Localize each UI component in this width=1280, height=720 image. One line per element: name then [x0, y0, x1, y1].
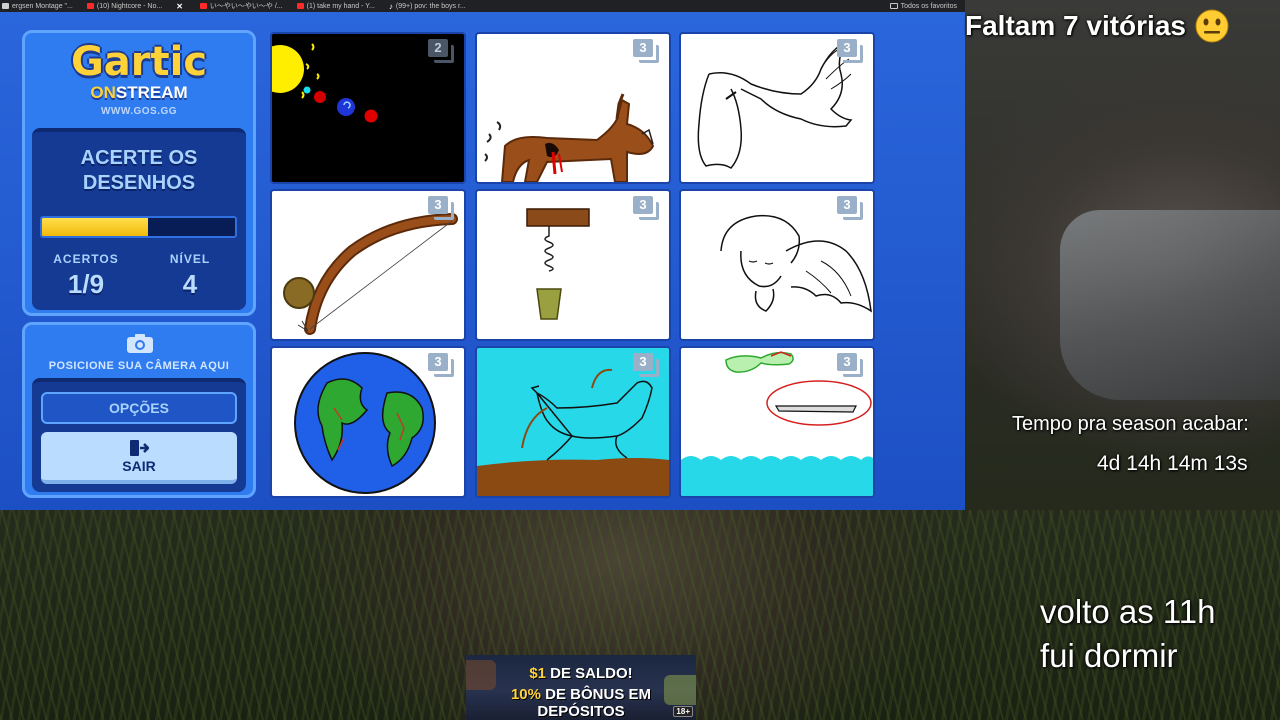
mode-info-box: ACERTE OS DESENHOS ACERTOS 1/9 NÍVEL 4 [32, 128, 246, 310]
drawing-tile[interactable]: 3 [679, 32, 875, 184]
logo-subtitle: ONSTREAM [90, 83, 188, 102]
options-button[interactable]: OPÇÕES [41, 392, 237, 424]
badge-number: 3 [633, 353, 653, 371]
gartic-logo: Gartic ONSTREAM WWW.GOS.GG [25, 39, 253, 117]
bookmark-favicon [2, 3, 9, 9]
hits-value: 1/9 [67, 269, 105, 299]
hint-badge: 3 [837, 39, 863, 63]
ad-decoration [664, 675, 696, 705]
bookmark-item[interactable]: い〜やい〜やい〜や /... [199, 1, 283, 11]
exit-label: SAIR [122, 458, 156, 474]
youtube-icon [86, 3, 94, 9]
drawing-tile[interactable]: 3 [679, 189, 875, 341]
level-value: 4 [182, 269, 198, 299]
drawing-tile[interactable]: 3 [270, 346, 466, 498]
all-bookmarks[interactable]: Todos os favoritos [889, 3, 965, 10]
actions-box: OPÇÕES SAIR [32, 378, 246, 492]
browser-bookmarks-bar: ergsen Montage "... (10) Nightcore - No.… [0, 0, 965, 12]
side-panel: Gartic ONSTREAM WWW.GOS.GG ACERTE OS DES… [22, 30, 256, 498]
youtube-icon [199, 3, 207, 9]
youtube-icon [296, 3, 304, 9]
ad-line-1: $1 DE SALDO! [529, 665, 633, 682]
bookmark-item[interactable]: (10) Nightcore - No... [86, 3, 162, 10]
drawing-tile[interactable]: 3 [475, 346, 671, 498]
camera-icon [127, 334, 153, 353]
exit-button[interactable]: SAIR [41, 432, 237, 484]
folder-icon [889, 3, 898, 9]
away-line-1: volto as 11h [1040, 593, 1216, 630]
hint-badge: 3 [633, 353, 659, 377]
ad-line-2: 10% DE BÔNUS EM DEPÓSITOS [510, 686, 652, 720]
bookmark-item[interactable]: ✕ [176, 2, 186, 11]
ad-banner[interactable]: $1 DE SALDO! 10% DE BÔNUS EM DEPÓSITOS 1… [466, 655, 696, 720]
hits-label: ACERTOS [53, 252, 119, 266]
drawing-tile[interactable]: 3 [679, 346, 875, 498]
ad-age-rating: 18+ [673, 706, 693, 717]
x-icon: ✕ [176, 1, 183, 11]
away-message: volto as 11h fui dormir [1040, 590, 1216, 678]
hint-badge: 3 [633, 196, 659, 220]
badge-number: 3 [837, 196, 857, 214]
mode-title: ACERTE OS DESENHOS [80, 147, 198, 194]
background-armor [1060, 210, 1280, 400]
tiktok-icon: ♪ [388, 1, 393, 11]
progress-fill [42, 218, 149, 236]
bookmark-item[interactable]: ergsen Montage "... [2, 3, 73, 10]
wins-text: Faltam 7 vitórias [965, 10, 1186, 41]
away-line-2: fui dormir [1040, 637, 1178, 674]
exit-door-icon [130, 440, 149, 456]
badge-number: 2 [428, 39, 448, 57]
badge-number: 3 [428, 353, 448, 371]
logo-title: Gartic [70, 39, 208, 85]
hint-badge: 3 [837, 353, 863, 377]
neutral-face-icon [1195, 9, 1229, 43]
hint-badge: 3 [633, 39, 659, 63]
logo-url: WWW.GOS.GG [100, 106, 178, 117]
hint-badge: 2 [428, 39, 454, 63]
wins-remaining: Faltam 7 vitórias [965, 6, 1230, 46]
badge-number: 3 [633, 39, 653, 57]
drawing-tile[interactable]: 2 [270, 32, 466, 184]
drawing-tile[interactable]: 3 [475, 32, 671, 184]
camera-placeholder-text: POSICIONE SUA CÂMERA AQUI [48, 360, 230, 372]
season-countdown-label: Tempo pra season acabar: [1012, 413, 1249, 435]
bookmark-item[interactable]: (1) take my hand - Y... [296, 3, 375, 10]
hint-badge: 3 [428, 353, 454, 377]
hint-badge: 3 [837, 196, 863, 220]
badge-number: 3 [837, 39, 857, 57]
level-label: NÍVEL [169, 252, 211, 266]
progress-bar [40, 216, 237, 238]
season-countdown-time: 4d 14h 14m 13s [1097, 452, 1248, 475]
drawings-grid: 2 3 3 3 3 3 3 3 3 [270, 32, 877, 500]
logo-card: Gartic ONSTREAM WWW.GOS.GG ACERTE OS DES… [22, 30, 256, 316]
hint-badge: 3 [428, 196, 454, 220]
drawing-tile[interactable]: 3 [270, 189, 466, 341]
camera-card: POSICIONE SUA CÂMERA AQUI OPÇÕES SAIR [22, 322, 256, 498]
ad-decoration [466, 660, 496, 690]
badge-number: 3 [837, 353, 857, 371]
bookmark-item[interactable]: ♪ (99+) pov: the boys r... [389, 2, 466, 11]
badge-number: 3 [428, 196, 448, 214]
gartic-game-window: Gartic ONSTREAM WWW.GOS.GG ACERTE OS DES… [0, 12, 965, 510]
drawing-tile[interactable]: 3 [475, 189, 671, 341]
badge-number: 3 [633, 196, 653, 214]
